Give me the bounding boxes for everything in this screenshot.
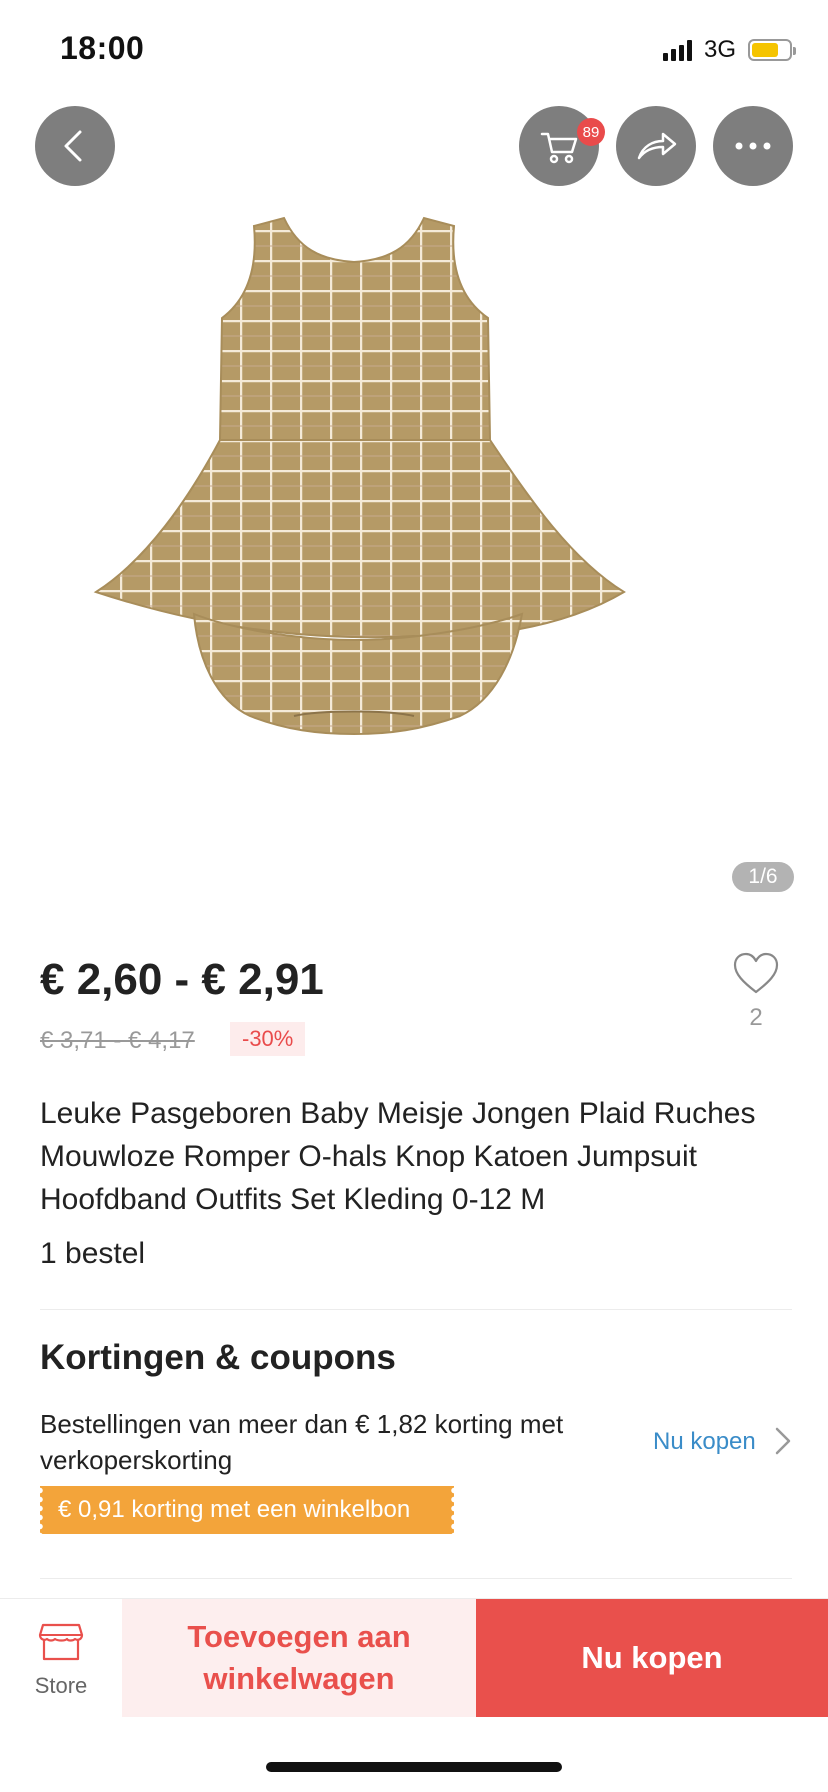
buy-now-link[interactable]: Nu kopen <box>653 1428 756 1456</box>
more-button[interactable] <box>713 106 793 186</box>
cart-icon <box>540 132 578 164</box>
store-label: Store <box>34 1673 88 1698</box>
signal-icon <box>662 39 692 61</box>
more-dots-icon <box>735 142 771 150</box>
buy-now-button[interactable]: Nu kopen <box>476 1599 828 1717</box>
network-type: 3G <box>703 36 736 63</box>
discount-badge: -30% <box>230 1022 306 1056</box>
image-counter: 1/6 <box>732 862 794 892</box>
seller-discount-text: Bestellingen van meer dan € 1,82 korting… <box>40 1409 564 1475</box>
battery-icon <box>748 39 796 61</box>
chevron-left-icon <box>64 130 82 162</box>
product-image[interactable] <box>90 200 738 840</box>
store-coupon-badge[interactable]: € 0,91 korting met een winkelbon <box>37 1486 457 1534</box>
store-button[interactable]: Store <box>0 1599 122 1717</box>
home-indicator[interactable] <box>266 1762 562 1772</box>
add-to-cart-button[interactable]: Toevoegen aan winkelwagen <box>122 1599 476 1717</box>
original-price: € 3,71 - € 4,17 <box>40 1027 195 1054</box>
status-time: 18:00 <box>60 30 145 66</box>
price-range: € 2,60 - € 2,91 <box>40 955 324 1004</box>
romper-illustration <box>93 216 626 736</box>
status-indicators: 3G <box>662 36 796 64</box>
status-bar: 18:00 3G <box>0 0 828 96</box>
cart-button[interactable]: 89 <box>519 106 605 186</box>
wishlist-button[interactable] <box>728 950 784 1001</box>
share-icon <box>637 132 677 160</box>
heart-icon <box>733 952 779 994</box>
divider <box>40 1309 792 1310</box>
order-count: 1 bestel <box>40 1237 146 1270</box>
coupons-section-title: Kortingen & coupons <box>40 1338 396 1377</box>
share-button[interactable] <box>616 106 696 186</box>
add-to-cart-label: Toevoegen aan winkelwagen <box>187 1619 411 1696</box>
chevron-right-icon[interactable] <box>772 1426 794 1456</box>
store-icon <box>38 1623 84 1661</box>
divider <box>40 1578 792 1579</box>
buy-now-label: Nu kopen <box>581 1640 723 1675</box>
back-button[interactable] <box>35 106 115 186</box>
cart-badge: 89 <box>577 118 605 146</box>
wishlist-count: 2 <box>749 1004 763 1031</box>
bottom-action-bar: Store Toevoegen aan winkelwagen Nu kopen <box>0 1598 828 1717</box>
product-title: Leuke Pasgeboren Baby Meisje Jongen Plai… <box>40 1097 756 1216</box>
